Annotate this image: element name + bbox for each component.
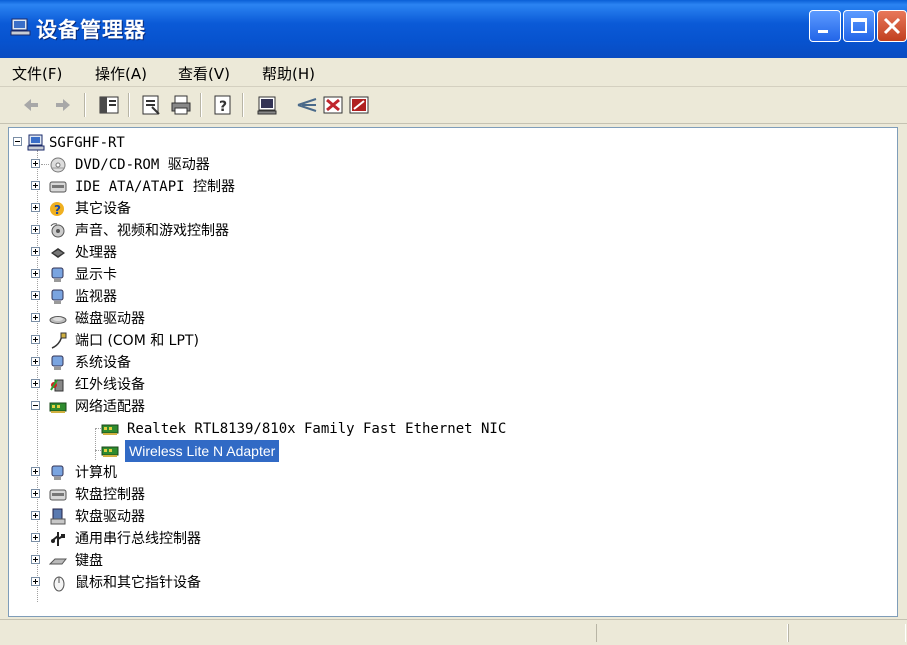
expand-button[interactable] xyxy=(31,335,40,344)
tree-item-label: DVD/CD-ROM 驱动器 xyxy=(75,157,210,173)
network-card-icon xyxy=(101,446,119,457)
close-button[interactable] xyxy=(877,10,907,42)
tree-line xyxy=(41,164,49,165)
close-icon xyxy=(883,17,901,35)
expand-button[interactable] xyxy=(31,533,40,542)
unknown-device-icon: ? xyxy=(50,202,64,217)
collapse-button[interactable] xyxy=(13,137,22,146)
tree-item-label: 磁盘驱动器 xyxy=(75,311,145,327)
svg-text:?: ? xyxy=(219,99,227,115)
status-cell xyxy=(596,624,788,642)
cdrom-icon xyxy=(50,157,66,173)
uninstall-icon[interactable] xyxy=(296,94,318,116)
maximize-icon xyxy=(851,18,867,33)
expand-button[interactable] xyxy=(31,577,40,586)
disk-drive-icon xyxy=(49,316,67,324)
floppy-drive-icon xyxy=(50,508,66,525)
tree-item-label: 键盘 xyxy=(75,553,103,569)
tree-item-label: IDE ATA/ATAPI 控制器 xyxy=(75,179,236,195)
expand-button[interactable] xyxy=(31,357,40,366)
expand-button[interactable] xyxy=(31,181,40,190)
tree-item-label: 系统设备 xyxy=(75,355,131,371)
toolbar-separator xyxy=(200,93,202,117)
computer-icon xyxy=(51,465,64,480)
update-driver-icon[interactable] xyxy=(256,94,278,116)
sound-icon xyxy=(50,223,65,238)
status-cell xyxy=(788,624,906,642)
infrared-icon xyxy=(50,379,64,392)
usb-icon xyxy=(51,532,65,546)
disable-icon[interactable] xyxy=(322,94,344,116)
toolbar-separator xyxy=(242,93,244,117)
tree-item-label: 处理器 xyxy=(75,245,117,261)
monitor-icon xyxy=(51,289,64,304)
show-hide-icon[interactable] xyxy=(98,94,120,116)
tree-item-label: 其它设备 xyxy=(75,201,131,217)
tree-item-label: 鼠标和其它指针设备 xyxy=(75,575,201,591)
display-adapter-icon xyxy=(51,267,64,282)
menu-file[interactable]: 文件(F) xyxy=(12,63,62,84)
floppy-controller-icon xyxy=(49,489,67,501)
network-card-icon xyxy=(101,424,119,435)
maximize-button[interactable] xyxy=(843,10,875,42)
port-icon xyxy=(51,332,67,349)
keyboard-icon xyxy=(49,558,67,565)
tree-item-label: 计算机 xyxy=(75,465,117,481)
tree-line xyxy=(95,428,96,460)
toolbar-separator xyxy=(84,93,86,117)
toolbar: ? xyxy=(0,87,907,124)
tree-item-label: Realtek RTL8139/810x Family Fast Etherne… xyxy=(127,421,507,437)
tree-item-label: 软盘驱动器 xyxy=(75,509,145,525)
help-icon[interactable]: ? xyxy=(212,94,234,116)
print-icon[interactable] xyxy=(170,94,192,116)
window-title: 设备管理器 xyxy=(36,18,146,42)
minimize-icon xyxy=(818,30,828,33)
expand-button[interactable] xyxy=(31,225,40,234)
tree-item-label: 红外线设备 xyxy=(75,377,145,393)
collapse-button[interactable] xyxy=(31,401,40,410)
scan-hardware-icon[interactable] xyxy=(348,94,370,116)
back-icon[interactable] xyxy=(20,94,42,116)
expand-button[interactable] xyxy=(31,555,40,564)
device-manager-window: 设备管理器 文件(F) 操作(A) 查看(V) 帮助(H) ? SGFGHF-R… xyxy=(0,0,907,645)
tree-root-label: SGFGHF-RT xyxy=(49,135,125,151)
tree-item-label: 监视器 xyxy=(75,289,117,305)
computer-icon xyxy=(27,134,45,151)
device-tree[interactable]: SGFGHF-RT DVD/CD-ROM 驱动器 IDE ATA/ATAPI 控… xyxy=(8,127,898,617)
menu-bar: 文件(F) 操作(A) 查看(V) 帮助(H) xyxy=(0,58,907,87)
processor-icon xyxy=(51,248,65,258)
expand-button[interactable] xyxy=(31,379,40,388)
ide-controller-icon xyxy=(49,181,67,193)
svg-text:?: ? xyxy=(54,203,61,217)
system-device-icon xyxy=(51,355,64,370)
tree-item-label: 通用串行总线控制器 xyxy=(75,531,201,547)
expand-button[interactable] xyxy=(31,467,40,476)
tree-item-label: 端口 (COM 和 LPT) xyxy=(75,333,199,349)
forward-icon[interactable] xyxy=(52,94,74,116)
tree-item-label: 软盘控制器 xyxy=(75,487,145,503)
expand-button[interactable] xyxy=(31,291,40,300)
tree-item-label: 显示卡 xyxy=(75,267,117,283)
minimize-button[interactable] xyxy=(809,10,841,42)
expand-button[interactable] xyxy=(31,313,40,322)
expand-button[interactable] xyxy=(31,203,40,212)
tree-item-label: 网络适配器 xyxy=(75,399,145,415)
tree-item-label: 声音、视频和游戏控制器 xyxy=(75,223,229,239)
mouse-icon xyxy=(53,576,65,592)
expand-button[interactable] xyxy=(31,247,40,256)
selected-item-label: Wireless Lite N Adapter xyxy=(125,440,280,462)
menu-action[interactable]: 操作(A) xyxy=(95,63,147,84)
menu-view[interactable]: 查看(V) xyxy=(178,63,230,84)
title-bar[interactable]: 设备管理器 xyxy=(0,0,907,58)
menu-help[interactable]: 帮助(H) xyxy=(262,63,315,84)
properties-icon[interactable] xyxy=(140,94,162,116)
expand-button[interactable] xyxy=(31,489,40,498)
toolbar-separator xyxy=(128,93,130,117)
expand-button[interactable] xyxy=(31,269,40,278)
device-manager-icon xyxy=(10,18,31,36)
status-bar xyxy=(0,619,907,645)
expand-button[interactable] xyxy=(31,159,40,168)
network-adapter-icon xyxy=(49,402,67,413)
expand-button[interactable] xyxy=(31,511,40,520)
